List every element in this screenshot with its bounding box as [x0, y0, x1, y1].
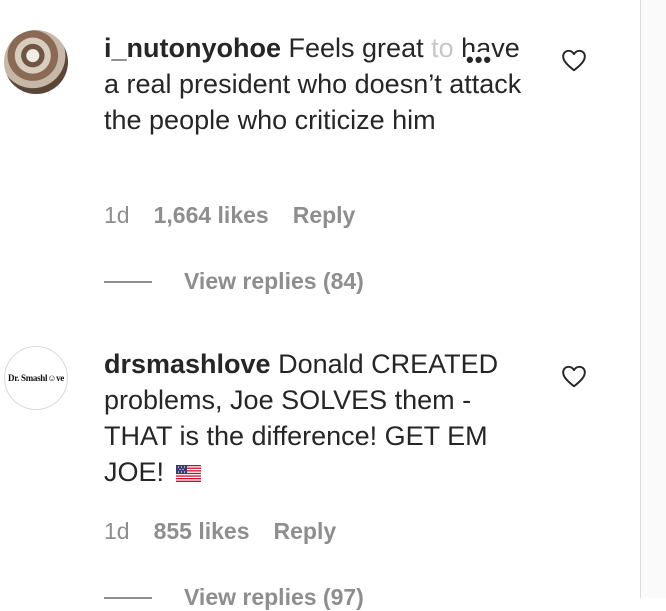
- comment-text: i_nutonyohoe Feels great to have a real …: [104, 30, 524, 138]
- us-flag-emoji: [175, 465, 201, 482]
- comment-body-start: Feels great: [288, 33, 424, 63]
- avatar[interactable]: Dr. Smashl☺ve: [4, 346, 68, 410]
- comment-time[interactable]: 1d: [104, 202, 130, 229]
- replies-divider-line: [104, 280, 152, 283]
- reply-button[interactable]: Reply: [274, 518, 337, 545]
- comment-username[interactable]: drsmashlove: [104, 349, 271, 379]
- avatar[interactable]: [4, 30, 68, 94]
- comment-meta: 1d 1,664 likes Reply: [104, 202, 355, 229]
- avatar-logo-text: Dr. Smashl☺ve: [8, 373, 64, 383]
- heart-icon[interactable]: [561, 48, 587, 72]
- comment-likes[interactable]: 1,664 likes: [154, 202, 269, 229]
- comment-body-faded: to: [431, 33, 454, 63]
- view-replies-button[interactable]: View replies (84): [104, 268, 364, 295]
- comment-username[interactable]: i_nutonyohoe: [104, 33, 281, 63]
- side-panel: [641, 0, 666, 598]
- more-options-icon[interactable]: •••: [466, 49, 493, 71]
- view-replies-label: View replies (84): [184, 268, 364, 294]
- reply-button[interactable]: Reply: [293, 202, 356, 229]
- comment-time[interactable]: 1d: [104, 518, 130, 545]
- comment-text: drsmashlove Donald CREATED problems, Joe…: [104, 346, 524, 490]
- heart-icon[interactable]: [561, 364, 587, 388]
- comment-meta: 1d 855 likes Reply: [104, 518, 336, 545]
- comment-likes[interactable]: 855 likes: [154, 518, 250, 545]
